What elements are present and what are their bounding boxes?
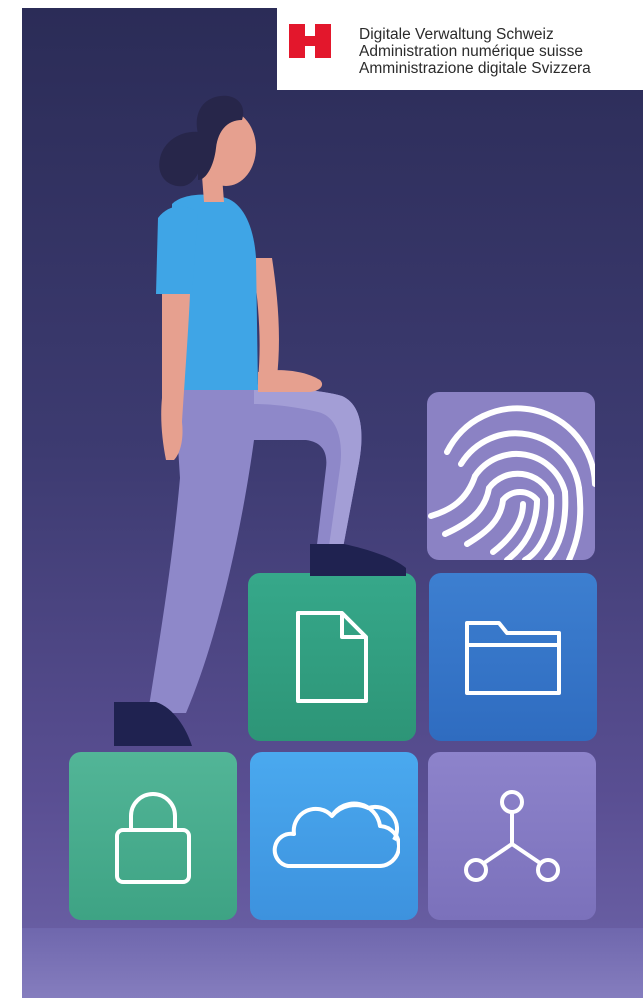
person-illustration (114, 95, 406, 746)
header-line-it: Amministrazione digitale Svizzera (359, 60, 591, 77)
header-line-de: Digitale Verwaltung Schweiz (359, 26, 554, 43)
swiss-cross-logo (289, 24, 331, 58)
header-line-fr: Administration numérique suisse (359, 43, 583, 60)
header-badge: Digitale Verwaltung Schweiz Administrati… (277, 8, 643, 90)
header-text: Digitale Verwaltung Schweiz Administrati… (359, 26, 591, 77)
illustration (22, 8, 643, 998)
